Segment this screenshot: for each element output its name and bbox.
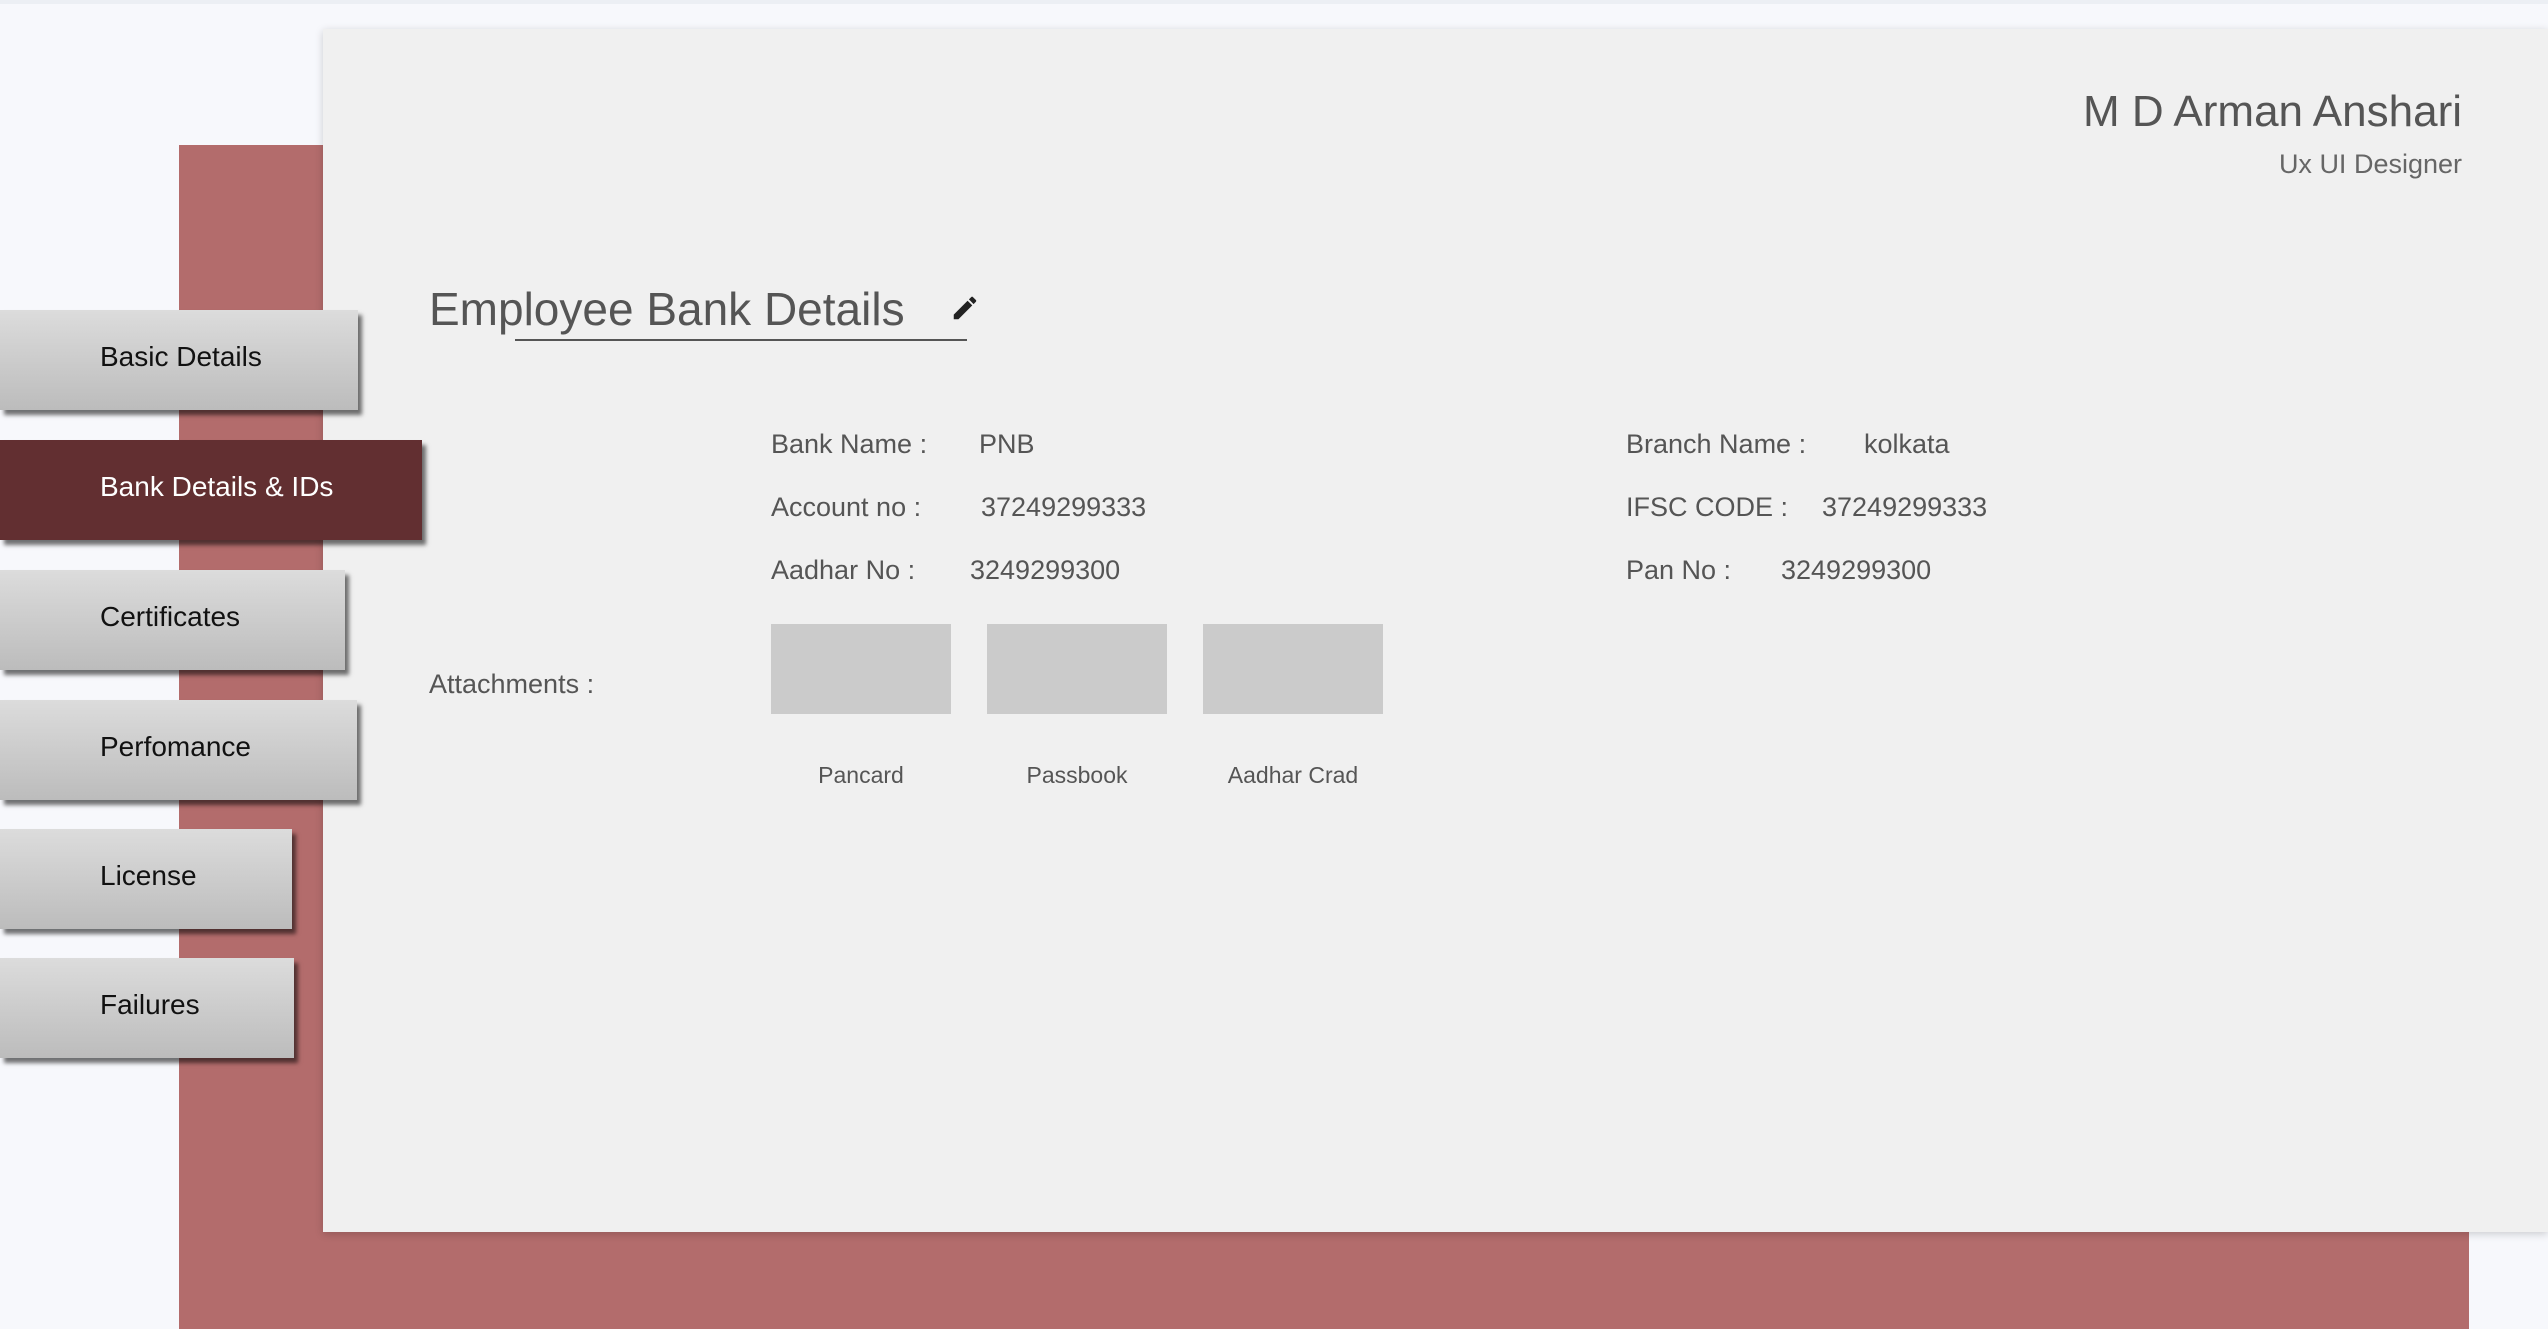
passbook-caption: Passbook xyxy=(1026,762,1128,788)
passbook-thumbnail[interactable] xyxy=(987,624,1167,714)
sidebar-item-label: Bank Details & IDs xyxy=(100,471,334,502)
account-no-value: 37249299333 xyxy=(981,492,1147,522)
attachments-label: Attachments : xyxy=(429,669,595,699)
branch-name-value: kolkata xyxy=(1864,429,1950,459)
sidebar-item-certificates[interactable]: Certificates xyxy=(0,570,345,670)
aadhar-no-label: Aadhar No : xyxy=(771,555,916,585)
sidebar-item-bank-details[interactable]: Bank Details & IDs xyxy=(0,440,422,540)
sidebar-item-label: Perfomance xyxy=(100,731,251,762)
aadhar-card-caption: Aadhar Crad xyxy=(1227,762,1359,788)
aadhar-card-thumbnail[interactable] xyxy=(1203,624,1383,714)
branch-name-label: Branch Name : xyxy=(1626,429,1807,459)
ifsc-code-value: 37249299333 xyxy=(1822,492,1988,522)
sidebar-item-performance[interactable]: Perfomance xyxy=(0,700,357,800)
sidebar-item-label: Basic Details xyxy=(100,341,262,372)
pancard-caption: Pancard xyxy=(818,762,904,788)
sidebar-item-label: Failures xyxy=(100,989,200,1020)
title-underline xyxy=(515,339,967,341)
sidebar-item-label: Certificates xyxy=(100,601,241,632)
sidebar-item-basic-details[interactable]: Basic Details xyxy=(0,310,358,410)
sidebar-item-license[interactable]: License xyxy=(0,829,292,929)
user-name: M D Arman Anshari xyxy=(2082,87,2462,136)
sidebar-item-failures[interactable]: Failures xyxy=(0,958,294,1058)
pan-no-value: 3249299300 xyxy=(1781,555,1932,585)
bank-name-label: Bank Name : xyxy=(771,429,928,459)
page-title: Employee Bank Details xyxy=(429,283,905,335)
sidebar-item-label: License xyxy=(100,860,197,891)
ifsc-code-label: IFSC CODE : xyxy=(1626,492,1789,522)
account-no-label: Account no : xyxy=(771,492,922,522)
bank-name-value: PNB xyxy=(979,429,1035,459)
top-strip xyxy=(0,0,2548,4)
pencil-icon[interactable] xyxy=(950,293,980,323)
pan-no-label: Pan No : xyxy=(1626,555,1732,585)
user-role: Ux UI Designer xyxy=(2278,149,2462,179)
aadhar-no-value: 3249299300 xyxy=(970,555,1121,585)
main-card: M D Arman Anshari Ux UI Designer Employe… xyxy=(323,29,2548,1232)
pancard-thumbnail[interactable] xyxy=(771,624,951,714)
